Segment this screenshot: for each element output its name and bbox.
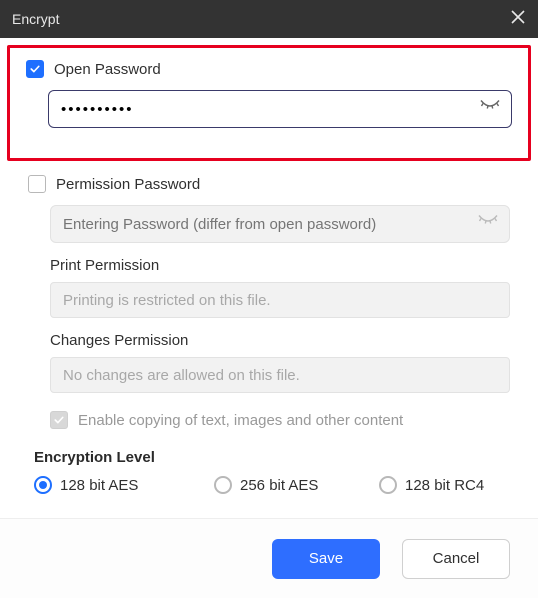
print-permission-value: Printing is restricted on this file. xyxy=(63,292,271,309)
radio-128-rc4[interactable]: 128 bit RC4 xyxy=(379,476,484,494)
permission-password-checkbox[interactable] xyxy=(28,175,46,193)
dialog-body: Open Password Permission Password Print … xyxy=(0,45,538,518)
cancel-button[interactable]: Cancel xyxy=(402,539,510,579)
titlebar: Encrypt xyxy=(0,0,538,38)
radio-icon xyxy=(34,476,52,494)
open-password-label: Open Password xyxy=(54,61,161,78)
encryption-level-title: Encryption Level xyxy=(34,449,504,466)
print-permission-select: Printing is restricted on this file. xyxy=(50,282,510,318)
dialog-title: Encrypt xyxy=(12,11,59,27)
changes-permission-value: No changes are allowed on this file. xyxy=(63,367,300,384)
permission-password-label: Permission Password xyxy=(56,176,200,193)
radio-label: 256 bit AES xyxy=(240,477,318,494)
permission-password-input xyxy=(50,205,510,243)
print-permission-label: Print Permission xyxy=(50,257,510,274)
changes-permission-select: No changes are allowed on this file. xyxy=(50,357,510,393)
radio-label: 128 bit AES xyxy=(60,477,138,494)
save-button-label: Save xyxy=(309,550,343,567)
radio-label: 128 bit RC4 xyxy=(405,477,484,494)
open-password-section: Open Password xyxy=(7,45,531,161)
radio-icon xyxy=(379,476,397,494)
encryption-level-section: Encryption Level 128 bit AES 256 bit AES… xyxy=(0,433,538,518)
enable-copying-label: Enable copying of text, images and other… xyxy=(78,412,403,429)
radio-256-aes[interactable]: 256 bit AES xyxy=(214,476,379,494)
dialog-footer: Save Cancel xyxy=(0,518,538,598)
radio-icon xyxy=(214,476,232,494)
open-password-checkbox[interactable] xyxy=(26,60,44,78)
enable-copying-checkbox xyxy=(50,411,68,429)
hide-password-icon xyxy=(478,215,498,234)
close-icon[interactable] xyxy=(510,9,526,29)
cancel-button-label: Cancel xyxy=(433,550,480,567)
changes-permission-label: Changes Permission xyxy=(50,332,510,349)
radio-128-aes[interactable]: 128 bit AES xyxy=(34,476,214,494)
open-password-input[interactable] xyxy=(48,90,512,128)
hide-password-icon[interactable] xyxy=(480,100,500,119)
save-button[interactable]: Save xyxy=(272,539,380,579)
